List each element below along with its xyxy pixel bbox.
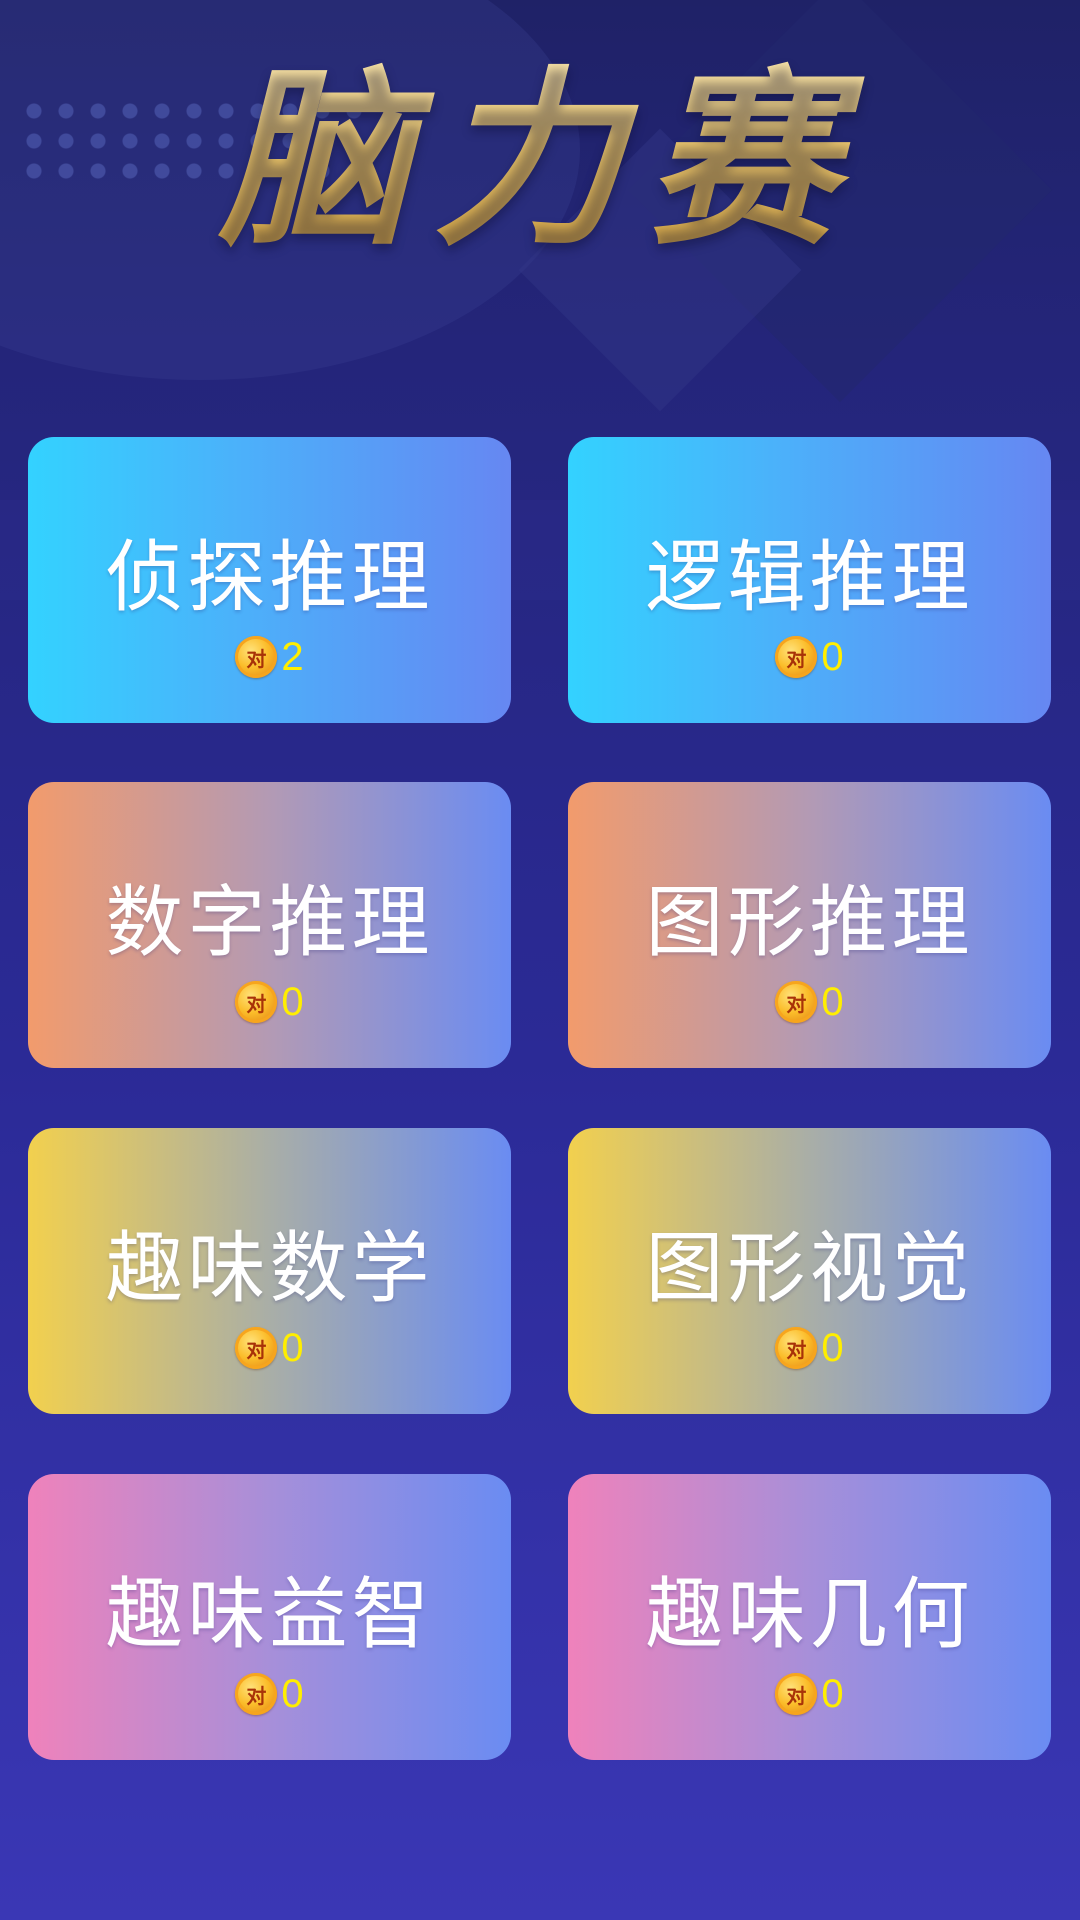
category-title: 趣味几何 [645, 1570, 974, 1660]
category-title: 逻辑推理 [645, 533, 974, 623]
category-card-figure-vision[interactable]: 图形视觉 对 0 [568, 1128, 1051, 1414]
coin-icon: 对 [775, 1673, 818, 1715]
category-card-figure-reasoning[interactable]: 图形推理 对 0 [568, 782, 1051, 1068]
category-card-fun-math[interactable]: 趣味数学 对 0 [28, 1128, 511, 1414]
correct-count: 2 [281, 635, 304, 679]
coin-icon: 对 [775, 636, 818, 678]
category-card-logic-reasoning[interactable]: 逻辑推理 对 0 [568, 437, 1051, 723]
correct-count: 0 [821, 1672, 844, 1716]
coin-icon: 对 [235, 1673, 278, 1715]
score-row: 对 0 [568, 1324, 1051, 1372]
coin-icon: 对 [775, 1327, 818, 1369]
score-row: 对 2 [28, 633, 511, 681]
category-title: 图形视觉 [645, 1224, 974, 1314]
correct-count: 0 [281, 1326, 304, 1370]
page-title: 脑力赛 [0, 40, 1080, 280]
category-card-fun-puzzle[interactable]: 趣味益智 对 0 [28, 1474, 511, 1760]
correct-count: 0 [281, 980, 304, 1024]
category-title: 图形推理 [645, 878, 974, 968]
correct-count: 0 [281, 1672, 304, 1716]
coin-icon: 对 [235, 981, 278, 1023]
category-title: 数字推理 [105, 878, 434, 968]
score-row: 对 0 [568, 978, 1051, 1026]
score-row: 对 0 [28, 1670, 511, 1718]
score-row: 对 0 [28, 1324, 511, 1372]
category-card-detective-reasoning[interactable]: 侦探推理 对 2 [28, 437, 511, 723]
coin-icon: 对 [775, 981, 818, 1023]
category-title: 趣味数学 [105, 1224, 434, 1314]
category-title: 侦探推理 [105, 533, 434, 623]
correct-count: 0 [821, 635, 844, 679]
correct-count: 0 [821, 980, 844, 1024]
score-row: 对 0 [568, 633, 1051, 681]
category-card-fun-geometry[interactable]: 趣味几何 对 0 [568, 1474, 1051, 1760]
correct-count: 0 [821, 1326, 844, 1370]
category-title: 趣味益智 [105, 1570, 434, 1660]
category-card-number-reasoning[interactable]: 数字推理 对 0 [28, 782, 511, 1068]
score-row: 对 0 [568, 1670, 1051, 1718]
score-row: 对 0 [28, 978, 511, 1026]
coin-icon: 对 [235, 1327, 278, 1369]
coin-icon: 对 [235, 636, 278, 678]
